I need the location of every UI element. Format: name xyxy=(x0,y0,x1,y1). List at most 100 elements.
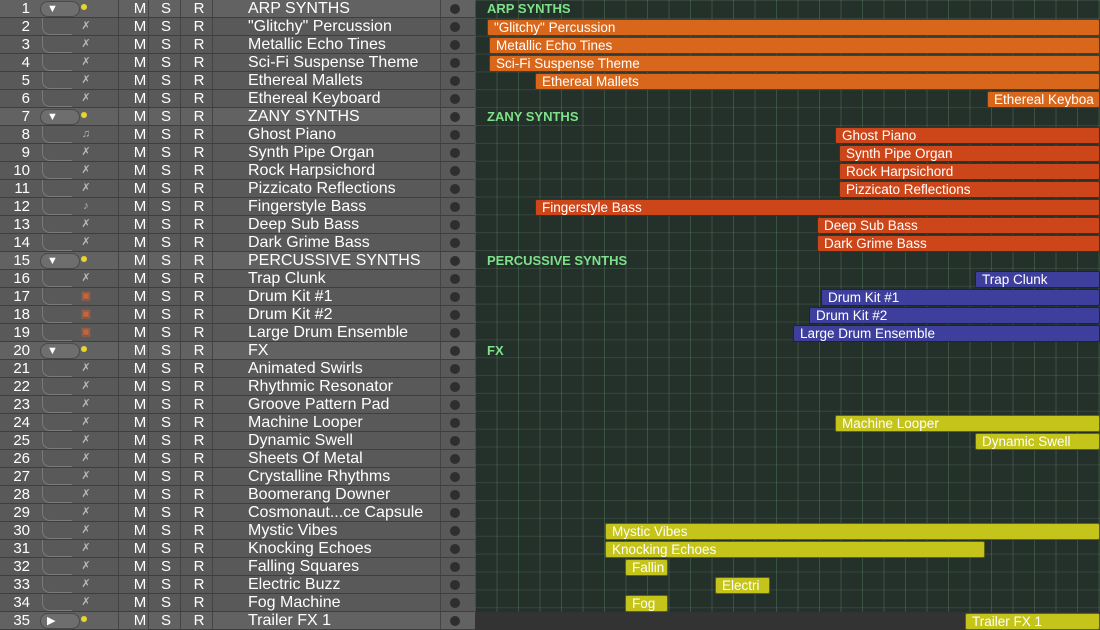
track-on-off-button[interactable] xyxy=(450,490,460,500)
track-name[interactable]: Synth Pipe Organ xyxy=(248,144,374,162)
solo-button[interactable]: S xyxy=(157,144,175,162)
region[interactable]: "Glitchy" Percussion xyxy=(487,18,1100,36)
solo-button[interactable]: S xyxy=(157,198,175,216)
track-name[interactable]: Drum Kit #2 xyxy=(248,306,332,324)
track-name[interactable]: Ghost Piano xyxy=(248,126,336,144)
region[interactable]: Dark Grime Bass xyxy=(817,234,1100,252)
track-header[interactable]: 22 ✗ M S R Rhythmic Resonator xyxy=(0,378,475,396)
solo-button[interactable]: S xyxy=(157,234,175,252)
track-name[interactable]: Falling Squares xyxy=(248,558,359,576)
solo-button[interactable]: S xyxy=(157,270,175,288)
record-enable-button[interactable]: R xyxy=(190,486,208,504)
track-on-off-button[interactable] xyxy=(450,130,460,140)
record-enable-button[interactable]: R xyxy=(190,450,208,468)
solo-button[interactable]: S xyxy=(157,378,175,396)
solo-button[interactable]: S xyxy=(157,612,175,630)
record-enable-button[interactable]: R xyxy=(190,234,208,252)
record-enable-button[interactable]: R xyxy=(190,0,208,18)
track-header[interactable]: 10 ✗ M S R Rock Harpsichord xyxy=(0,162,475,180)
folder-disclosure-toggle[interactable]: ▼ xyxy=(40,109,80,125)
record-enable-button[interactable]: R xyxy=(190,414,208,432)
region[interactable]: Sci-Fi Suspense Theme xyxy=(489,54,1100,72)
mute-button[interactable]: M xyxy=(131,504,149,522)
folder-disclosure-toggle[interactable]: ▼ xyxy=(40,343,80,359)
mute-button[interactable]: M xyxy=(131,144,149,162)
folder-disclosure-toggle[interactable]: ▼ xyxy=(40,1,80,17)
mute-button[interactable]: M xyxy=(131,36,149,54)
region[interactable]: Dynamic Swell xyxy=(975,432,1100,450)
solo-button[interactable]: S xyxy=(157,594,175,612)
record-enable-button[interactable]: R xyxy=(190,54,208,72)
solo-button[interactable]: S xyxy=(157,162,175,180)
track-header[interactable]: 18 ▣ M S R Drum Kit #2 xyxy=(0,306,475,324)
track-header[interactable]: 14 ✗ M S R Dark Grime Bass xyxy=(0,234,475,252)
solo-button[interactable]: S xyxy=(157,252,175,270)
record-enable-button[interactable]: R xyxy=(190,360,208,378)
region[interactable]: Ethereal Keyboa xyxy=(987,90,1100,108)
record-enable-button[interactable]: R xyxy=(190,108,208,126)
solo-button[interactable]: S xyxy=(157,558,175,576)
record-enable-button[interactable]: R xyxy=(190,288,208,306)
mute-button[interactable]: M xyxy=(131,198,149,216)
mute-button[interactable]: M xyxy=(131,234,149,252)
record-enable-button[interactable]: R xyxy=(190,306,208,324)
mute-button[interactable]: M xyxy=(131,216,149,234)
mute-button[interactable]: M xyxy=(131,468,149,486)
track-name[interactable]: Rock Harpsichord xyxy=(248,162,375,180)
track-on-off-button[interactable] xyxy=(450,238,460,248)
region[interactable]: Large Drum Ensemble xyxy=(793,324,1100,342)
track-on-off-button[interactable] xyxy=(450,364,460,374)
track-name[interactable]: Animated Swirls xyxy=(248,360,363,378)
region[interactable]: Fallin xyxy=(625,558,668,576)
region[interactable]: Fog xyxy=(625,594,668,612)
track-on-off-button[interactable] xyxy=(450,292,460,302)
mute-button[interactable]: M xyxy=(131,522,149,540)
track-on-off-button[interactable] xyxy=(450,544,460,554)
solo-button[interactable]: S xyxy=(157,468,175,486)
track-on-off-button[interactable] xyxy=(450,202,460,212)
track-on-off-button[interactable] xyxy=(450,454,460,464)
record-enable-button[interactable]: R xyxy=(190,270,208,288)
track-name[interactable]: ZANY SYNTHS xyxy=(248,108,360,126)
arrange-area[interactable]: ARP SYNTHS ZANY SYNTHS PERCUSSIVE SYNTHS FX… xyxy=(475,0,1100,630)
region[interactable]: Electri xyxy=(715,576,770,594)
mute-button[interactable]: M xyxy=(131,72,149,90)
track-on-off-button[interactable] xyxy=(450,418,460,428)
region[interactable]: Machine Looper xyxy=(835,414,1100,432)
track-name[interactable]: Boomerang Downer xyxy=(248,486,390,504)
track-on-off-button[interactable] xyxy=(450,382,460,392)
mute-button[interactable]: M xyxy=(131,18,149,36)
track-name[interactable]: Drum Kit #1 xyxy=(248,288,332,306)
track-on-off-button[interactable] xyxy=(450,328,460,338)
track-name[interactable]: Mystic Vibes xyxy=(248,522,338,540)
region[interactable]: Mystic Vibes xyxy=(605,522,1100,540)
solo-button[interactable]: S xyxy=(157,396,175,414)
track-on-off-button[interactable] xyxy=(450,508,460,518)
track-name[interactable]: Cosmonaut...ce Capsule xyxy=(248,504,423,522)
solo-button[interactable]: S xyxy=(157,540,175,558)
track-name[interactable]: Sci-Fi Suspense Theme xyxy=(248,54,418,72)
mute-button[interactable]: M xyxy=(131,612,149,630)
region[interactable]: Fingerstyle Bass xyxy=(535,198,1100,216)
record-enable-button[interactable]: R xyxy=(190,324,208,342)
record-enable-button[interactable]: R xyxy=(190,72,208,90)
region[interactable]: Rock Harpsichord xyxy=(839,162,1100,180)
track-on-off-button[interactable] xyxy=(450,76,460,86)
solo-button[interactable]: S xyxy=(157,522,175,540)
solo-button[interactable]: S xyxy=(157,216,175,234)
track-header[interactable]: 19 ▣ M S R Large Drum Ensemble xyxy=(0,324,475,342)
folder-track-header[interactable]: 20 ▼ M S R FX xyxy=(0,342,475,360)
region[interactable]: Metallic Echo Tines xyxy=(489,36,1100,54)
solo-button[interactable]: S xyxy=(157,504,175,522)
record-enable-button[interactable]: R xyxy=(190,576,208,594)
folder-track-header[interactable]: 7 ▼ M S R ZANY SYNTHS xyxy=(0,108,475,126)
record-enable-button[interactable]: R xyxy=(190,396,208,414)
record-enable-button[interactable]: R xyxy=(190,612,208,630)
region[interactable]: Drum Kit #1 xyxy=(821,288,1100,306)
track-name[interactable]: Pizzicato Reflections xyxy=(248,180,396,198)
folder-disclosure-toggle[interactable]: ▶ xyxy=(40,613,80,629)
track-name[interactable]: Machine Looper xyxy=(248,414,363,432)
track-name[interactable]: ARP SYNTHS xyxy=(248,0,350,18)
track-header[interactable]: 24 ✗ M S R Machine Looper xyxy=(0,414,475,432)
track-header[interactable]: 11 ✗ M S R Pizzicato Reflections xyxy=(0,180,475,198)
